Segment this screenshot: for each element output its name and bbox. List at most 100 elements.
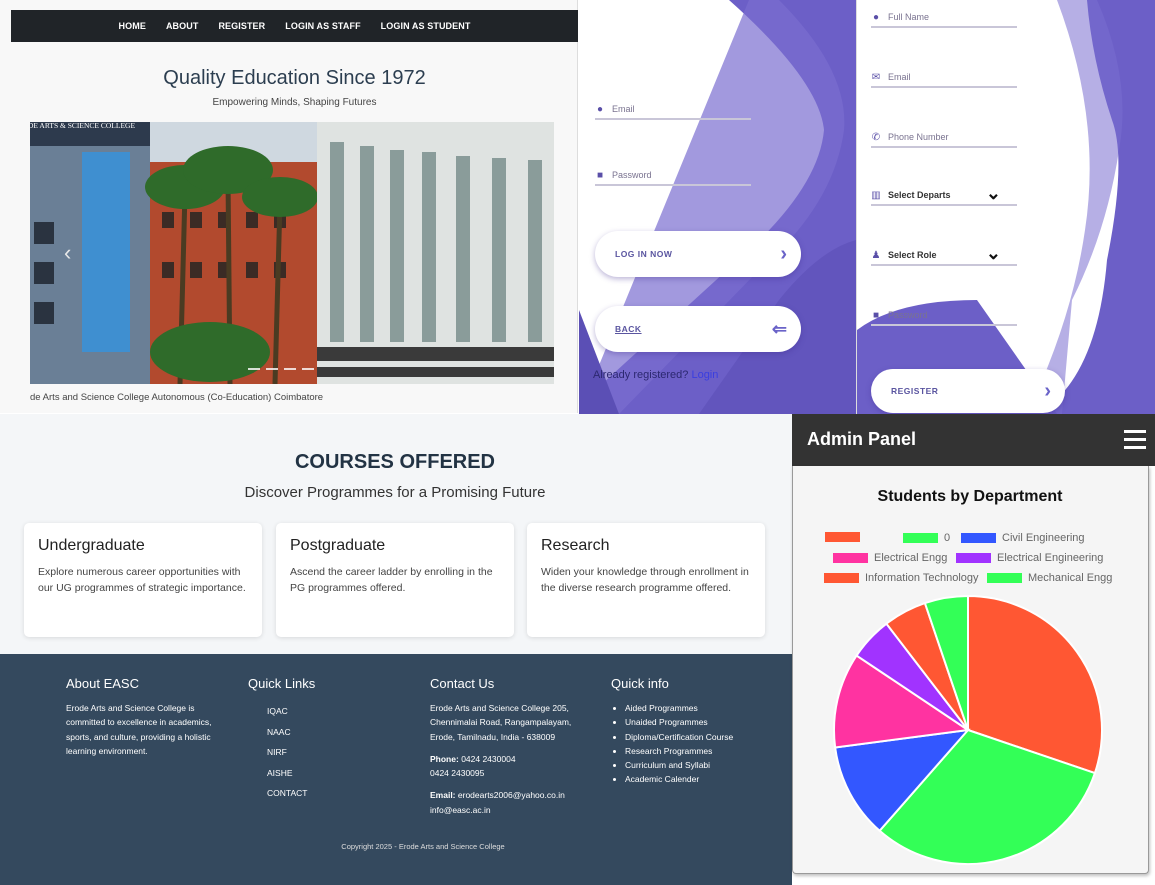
- hamburger-icon[interactable]: [1124, 430, 1146, 450]
- legend-swatch: [956, 553, 991, 563]
- footer-quick-links: Quick Links IQAC NAAC NIRF AISHE CONTACT: [248, 676, 398, 804]
- register-button[interactable]: REGISTER ›: [871, 369, 1065, 413]
- register-email-field[interactable]: ✉ Email: [871, 68, 1017, 88]
- course-card-text: Ascend the career ladder by enrolling in…: [290, 566, 493, 594]
- email-placeholder: Email: [888, 72, 911, 82]
- back-button[interactable]: BACK ⇐: [595, 306, 801, 352]
- footer-address: Erode Arts and Science College 205, Chen…: [430, 703, 572, 742]
- courses-subtitle: Discover Programmes for a Promising Futu…: [244, 484, 546, 501]
- footer-contact: Contact Us Erode Arts and Science Colleg…: [430, 676, 595, 817]
- site-footer: About EASC Erode Arts and Science Colleg…: [0, 654, 792, 885]
- phone-icon: ✆: [871, 131, 881, 143]
- login-email-field[interactable]: ● Email: [595, 100, 751, 120]
- login-now-button[interactable]: LOG IN NOW ›: [595, 231, 801, 277]
- footer-link-nirf[interactable]: NIRF: [267, 742, 398, 763]
- footer-link-contact[interactable]: CONTACT: [267, 783, 398, 804]
- register-panel: ● Full Name ✉ Email ✆ Phone Number ▥ Sel…: [856, 0, 1155, 414]
- course-card-research[interactable]: Research Widen your knowledge through en…: [527, 523, 765, 637]
- register-password-field[interactable]: ■ Password: [871, 306, 1017, 326]
- back-button-label: BACK: [615, 324, 642, 334]
- legend-item[interactable]: 0: [903, 532, 950, 544]
- image-carousel[interactable]: ERODE ARTS & SCIENCE COLLEGE: [30, 122, 554, 384]
- lock-icon: ■: [872, 309, 880, 321]
- phone-placeholder: Phone Number: [888, 132, 949, 142]
- legend-item[interactable]: Electrical Engg: [833, 552, 947, 564]
- nav-home[interactable]: HOME: [119, 21, 146, 31]
- course-card-title: Undergraduate: [38, 537, 145, 554]
- phone-label: Phone:: [430, 753, 459, 764]
- full-name-placeholder: Full Name: [888, 12, 930, 22]
- chart-title: Students by Department: [877, 488, 1063, 505]
- hero-title: Quality Education Since 1972: [163, 67, 426, 89]
- quick-info-item[interactable]: Unaided Programmes: [625, 715, 786, 729]
- footer-about: About EASC Erode Arts and Science Colleg…: [66, 676, 236, 758]
- legend-item[interactable]: Electrical Engineering: [956, 552, 1103, 564]
- chevron-right-icon: ›: [780, 242, 787, 265]
- nav-about[interactable]: ABOUT: [166, 21, 199, 31]
- legend-item[interactable]: [825, 532, 866, 542]
- footer-link-aishe[interactable]: AISHE: [267, 763, 398, 784]
- carousel-prev-icon: ‹: [64, 240, 71, 265]
- already-registered-text: Already registered?: [593, 369, 689, 381]
- admin-header: Admin Panel: [792, 414, 1155, 466]
- legend-swatch: [961, 533, 996, 543]
- user-icon: ●: [872, 11, 880, 23]
- legend-item[interactable]: Information Technology: [824, 572, 979, 584]
- full-name-field[interactable]: ● Full Name: [871, 8, 1017, 28]
- legend-swatch: [987, 573, 1022, 583]
- user-icon: ●: [596, 103, 604, 115]
- quick-info-item[interactable]: Academic Calender: [625, 772, 786, 786]
- top-navbar: HOME ABOUT REGISTER LOGIN AS STAFF LOGIN…: [11, 10, 578, 42]
- footer-contact-title: Contact Us: [430, 676, 495, 691]
- already-registered-row: Already registered? Login: [593, 369, 718, 381]
- legend-label: Electrical Engg: [874, 552, 948, 564]
- legend-label: Mechanical Engg: [1028, 572, 1113, 584]
- course-card-postgraduate[interactable]: Postgraduate Ascend the career ladder by…: [276, 523, 514, 637]
- department-select[interactable]: ▥ Select Departs ⌄: [871, 183, 1017, 206]
- footer-link-naac[interactable]: NAAC: [267, 722, 398, 743]
- nav-login-student[interactable]: LOGIN AS STUDENT: [381, 21, 471, 31]
- lock-icon: ■: [596, 169, 604, 181]
- login-panel: ● Email ■ Password LOG IN NOW › BACK ⇐ A…: [579, 0, 856, 414]
- admin-panel: Admin Panel Students by Department 0 Civi…: [792, 414, 1155, 885]
- carousel-caption: de Arts and Science College Autonomous (…: [30, 392, 324, 403]
- footer-about-text: Erode Arts and Science College is commit…: [66, 703, 212, 756]
- email-placeholder: Email: [612, 104, 635, 114]
- legend-swatch: [824, 573, 859, 583]
- hero-subtitle: Empowering Minds, Shaping Futures: [212, 97, 377, 108]
- footer-about-title: About EASC: [66, 676, 139, 691]
- email-address[interactable]: erodearts2006@yahoo.co.in: [458, 790, 565, 800]
- password-placeholder: Password: [888, 310, 928, 320]
- nav-register[interactable]: REGISTER: [218, 21, 265, 31]
- carousel-sign: ERODE ARTS & SCIENCE COLLEGE: [30, 122, 135, 130]
- quick-info-item[interactable]: Research Programmes: [625, 744, 786, 758]
- phone-field[interactable]: ✆ Phone Number: [871, 128, 1017, 148]
- footer-quick-info: Quick info Aided Programmes Unaided Prog…: [611, 676, 786, 787]
- login-link[interactable]: Login: [691, 369, 718, 381]
- copyright: Copyright 2025 - Erode Arts and Science …: [341, 842, 505, 851]
- building-icon: ▥: [871, 189, 881, 201]
- footer-quick-info-title: Quick info: [611, 676, 669, 691]
- legend-item[interactable]: Mechanical Engg: [987, 572, 1112, 584]
- footer-link-iqac[interactable]: IQAC: [267, 701, 398, 722]
- email-address[interactable]: info@easc.ac.in: [430, 803, 595, 817]
- legend-swatch: [833, 553, 868, 563]
- nav-login-staff[interactable]: LOGIN AS STAFF: [285, 21, 360, 31]
- courses-section: COURSES OFFERED Discover Programmes for …: [0, 414, 792, 654]
- department-select-value: Select Departs: [888, 190, 951, 200]
- quick-info-item[interactable]: Aided Programmes: [625, 701, 786, 715]
- quick-info-item[interactable]: Curriculum and Syllabi: [625, 758, 786, 772]
- role-select[interactable]: ♟ Select Role ⌄: [871, 243, 1017, 266]
- course-card-text: Explore numerous career opportunities wi…: [38, 566, 246, 594]
- arrow-left-icon: ⇐: [771, 318, 787, 339]
- chevron-right-icon: ›: [1044, 379, 1051, 402]
- course-card-undergraduate[interactable]: Undergraduate Explore numerous career op…: [24, 523, 262, 637]
- password-placeholder: Password: [612, 170, 652, 180]
- carousel-image: ERODE ARTS & SCIENCE COLLEGE: [30, 122, 554, 384]
- register-background: [857, 0, 1155, 414]
- quick-info-item[interactable]: Diploma/Certification Course: [625, 730, 786, 744]
- legend-item[interactable]: Civil Engineering: [961, 532, 1085, 544]
- college-homepage: HOME ABOUT REGISTER LOGIN AS STAFF LOGIN…: [0, 0, 578, 413]
- course-card-title: Postgraduate: [290, 537, 386, 554]
- login-password-field[interactable]: ■ Password: [595, 166, 751, 186]
